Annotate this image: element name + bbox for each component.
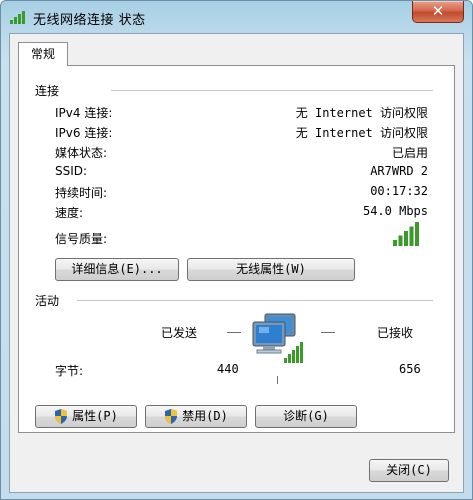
speed-value: 54.0 Mbps [362,204,428,218]
connection-section-label: 连接 [35,84,60,98]
bytes-received-value: 656 [399,362,421,376]
disable-button[interactable]: 禁用(D) [145,405,247,428]
uac-shield-icon [55,409,68,424]
window-title: 无线网络连接 状态 [33,13,146,28]
dialog-client-area: 常规 连接 IPv4 连接: 无 Internet 访问权限 IPv6 连接: … [9,33,464,493]
ssid-value: AR7WRD 2 [370,164,428,178]
bytes-sent-value: 440 [217,362,239,376]
duration-value: 00:17:32 [370,184,428,198]
wireless-properties-button[interactable]: 无线属性(W) [187,258,355,281]
ipv4-label: IPv4 连接: [55,106,113,120]
activity-tick [277,376,278,384]
disable-label: 禁用(D) [182,409,228,423]
ipv6-value: 无 Internet 访问权限 [295,126,428,140]
signal-bar [398,235,403,246]
signal-bar [409,226,414,246]
received-label: 已接收 [377,326,414,340]
uac-shield-icon [165,409,178,424]
tab-general[interactable]: 常规 [18,42,68,66]
signal-strength-icon [393,222,419,246]
media-state-label: 媒体状态: [55,146,108,160]
bytes-label: 字节: [55,364,84,378]
network-computers-icon [252,313,303,363]
ipv6-label: IPv6 连接: [55,126,113,140]
duration-label: 持续时间: [55,186,108,200]
close-window-button[interactable]: ✕ [412,1,464,23]
connection-divider [111,90,433,91]
diagnose-button[interactable]: 诊断(G) [255,405,357,428]
details-button[interactable]: 详细信息(E)... [55,258,179,281]
activity-section-label: 活动 [35,294,60,308]
received-dash [321,332,335,333]
signal-bar [404,231,408,246]
signal-bar [415,222,419,246]
status-dialog: 无线网络连接 状态 ✕ 常规 连接 IPv4 连接: 无 Internet 访问… [0,0,473,500]
media-state-value: 已启用 [391,146,428,160]
sent-label: 已发送 [161,326,198,340]
sent-dash [227,332,241,333]
title-bar[interactable]: 无线网络连接 状态 ✕ [1,1,472,33]
properties-button[interactable]: 属性(P) [35,405,137,428]
speed-label: 速度: [55,206,84,220]
signal-bar [393,240,397,246]
properties-label: 属性(P) [72,409,118,423]
ssid-label: SSID: [55,164,88,178]
signal-quality-label: 信号质量: [55,232,108,246]
activity-divider [77,300,433,301]
general-tab-panel: 连接 IPv4 连接: 无 Internet 访问权限 IPv6 连接: 无 I… [18,65,455,433]
close-button[interactable]: 关闭(C) [369,459,449,482]
wireless-signal-icon [10,11,25,24]
ipv4-value: 无 Internet 访问权限 [295,106,428,120]
